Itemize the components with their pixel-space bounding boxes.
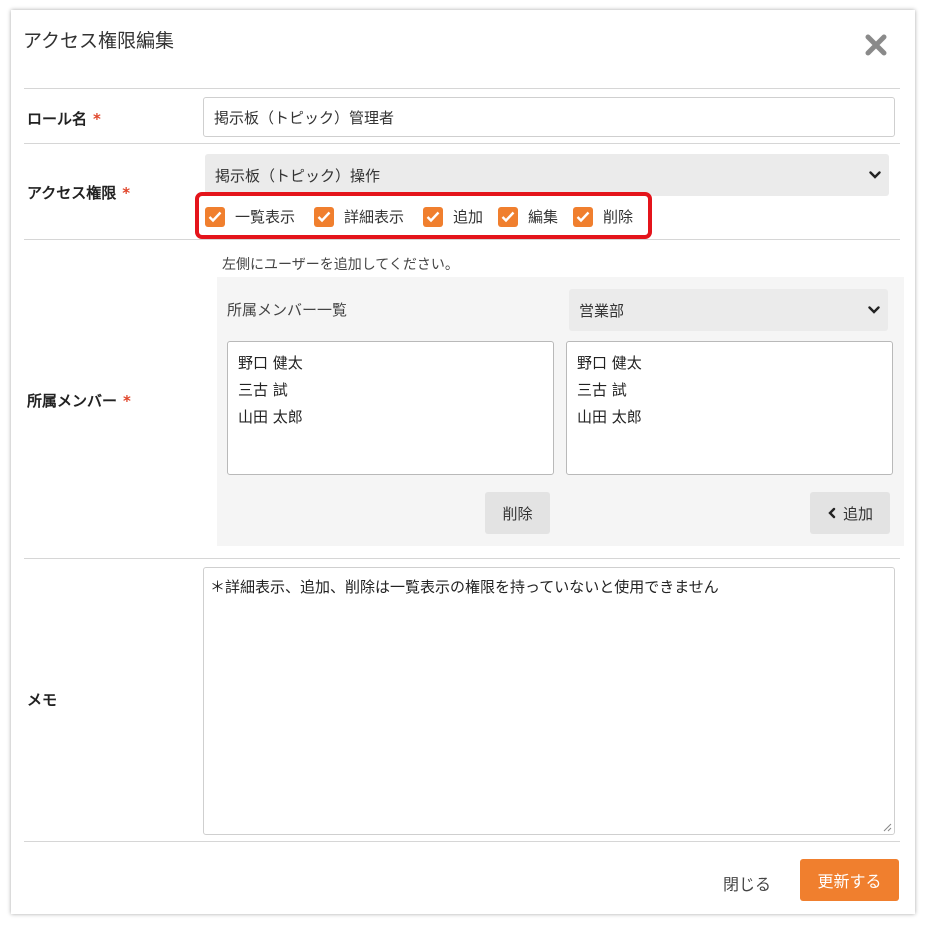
access-category-value: 掲示板（トピック）操作 — [215, 166, 381, 185]
list-item[interactable]: 野口 健太 — [577, 350, 882, 377]
chevron-down-icon — [869, 171, 881, 179]
checkbox-checked-icon[interactable] — [573, 206, 593, 227]
required-mark: * — [123, 392, 131, 410]
update-button[interactable]: 更新する — [800, 859, 899, 901]
required-mark: * — [122, 184, 131, 202]
checkbox-checked-icon[interactable] — [423, 206, 443, 227]
access-label: アクセス権限 * — [27, 184, 131, 202]
resize-handle-icon[interactable] — [882, 822, 892, 832]
footer-divider — [24, 841, 900, 842]
perm-detail-view[interactable]: 詳細表示 — [314, 206, 404, 227]
members-row: 所属メンバー * 左側にユーザーを追加してください。 所属メンバー一覧 営業部 野… — [24, 239, 904, 558]
close-button[interactable]: 閉じる — [723, 871, 771, 895]
memo-label: メモ — [27, 691, 58, 709]
checkbox-checked-icon[interactable] — [205, 206, 225, 227]
memo-textarea[interactable]: ＊詳細表示、追加、削除は一覧表示の権限を持っていないと使用できません — [203, 567, 895, 835]
list-item[interactable]: 三古 試 — [577, 377, 882, 404]
checkbox-checked-icon[interactable] — [314, 206, 334, 227]
list-item[interactable]: 山田 太郎 — [238, 404, 543, 431]
remove-member-button[interactable]: 削除 — [485, 492, 550, 534]
dialog-title: アクセス権限編集 — [23, 30, 175, 52]
members-panel: 所属メンバー一覧 営業部 野口 健太 三古 試 山田 太郎 野口 健太 三古 試… — [217, 277, 904, 546]
chevron-left-icon — [828, 507, 836, 519]
add-member-button[interactable]: 追加 — [810, 492, 890, 534]
access-row: アクセス権限 * 掲示板（トピック）操作 一覧表示 詳細表示 追加 編集 削除 — [24, 143, 900, 239]
department-select[interactable]: 営業部 — [569, 289, 888, 331]
members-panel-title: 所属メンバー一覧 — [227, 301, 348, 319]
perm-delete[interactable]: 削除 — [573, 206, 633, 227]
list-item[interactable]: 野口 健太 — [238, 350, 543, 377]
checkbox-checked-icon[interactable] — [498, 206, 518, 227]
list-item[interactable]: 三古 試 — [238, 377, 543, 404]
available-members-list[interactable]: 野口 健太 三古 試 山田 太郎 — [566, 341, 893, 475]
access-edit-dialog: アクセス権限編集 ロール名* アクセス権限* 掲示板（トピック）操作 一覧表示 … — [11, 10, 915, 914]
perm-add[interactable]: 追加 — [423, 206, 483, 227]
access-category-select[interactable]: 掲示板（トピック）操作 — [205, 154, 889, 196]
close-icon[interactable] — [863, 32, 889, 58]
memo-text: ＊詳細表示、追加、削除は一覧表示の権限を持っていないと使用できません — [210, 578, 719, 596]
memo-row: メモ ＊詳細表示、追加、削除は一覧表示の権限を持っていないと使用できません — [24, 558, 900, 841]
perm-edit[interactable]: 編集 — [498, 206, 558, 227]
members-label: 所属メンバー * — [27, 392, 131, 410]
required-mark: * — [93, 110, 101, 128]
perm-list-view[interactable]: 一覧表示 — [205, 206, 295, 227]
permissions-highlight: 一覧表示 詳細表示 追加 編集 削除 — [195, 192, 652, 239]
list-item[interactable]: 山田 太郎 — [577, 404, 882, 431]
chevron-down-icon — [868, 306, 880, 314]
role-name-row: ロール名 * — [24, 88, 900, 143]
role-name-input[interactable] — [203, 97, 895, 137]
department-value: 営業部 — [579, 301, 625, 320]
members-hint: 左側にユーザーを追加してください。 — [222, 257, 459, 273]
assigned-members-list[interactable]: 野口 健太 三古 試 山田 太郎 — [227, 341, 554, 475]
role-name-label: ロール名 * — [27, 110, 101, 128]
